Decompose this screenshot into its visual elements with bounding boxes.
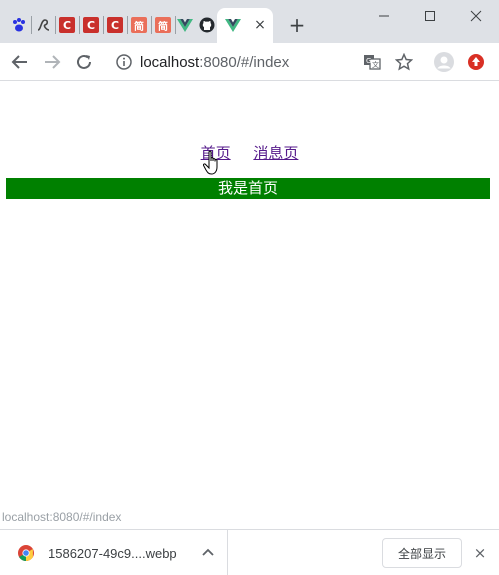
- minimize-icon: [379, 15, 389, 17]
- update-icon: [468, 54, 484, 70]
- tab-strip: C C C 简 简 × +: [0, 0, 499, 43]
- hand-pointer-icon: [203, 150, 218, 175]
- tab-active[interactable]: ×: [217, 8, 273, 43]
- tab-baidu[interactable]: [8, 10, 30, 40]
- tab-vue-1[interactable]: [174, 10, 196, 40]
- address-bar[interactable]: localhost:8080/#/index: [108, 47, 388, 77]
- script-icon: [37, 19, 50, 31]
- jianshu-icon: 简: [155, 17, 171, 33]
- reload-button[interactable]: [72, 50, 96, 74]
- csdn-c-icon: C: [59, 17, 75, 33]
- svg-text:G: G: [366, 57, 371, 65]
- tab-jianshu-2[interactable]: 简: [152, 10, 174, 40]
- vue-icon: [177, 19, 193, 32]
- url-text: localhost:8080/#/index: [140, 54, 289, 71]
- arrow-left-icon: [11, 55, 27, 69]
- chrome-icon: [18, 545, 34, 561]
- tab-script[interactable]: [32, 10, 54, 40]
- tab-jianshu-1[interactable]: 简: [128, 10, 150, 40]
- arrow-right-icon: [45, 55, 61, 69]
- star-icon: [395, 53, 413, 71]
- csdn-c-icon: C: [107, 17, 123, 33]
- maximize-icon: [425, 11, 435, 21]
- nav-link-messages[interactable]: 消息页: [253, 144, 298, 162]
- forward-button[interactable]: [40, 50, 64, 74]
- page-viewport: 首页 消息页 我是首页 localhost:8080/#/index: [0, 82, 499, 529]
- info-icon[interactable]: [116, 54, 132, 70]
- url-host: localhost: [140, 53, 200, 71]
- tab-github[interactable]: [196, 10, 218, 40]
- translate-icon: G 文: [364, 55, 381, 70]
- tab-close-button[interactable]: ×: [251, 16, 269, 34]
- back-button[interactable]: [8, 50, 32, 74]
- url-path: :8080/#/index: [199, 53, 290, 71]
- tab-csdn-1[interactable]: C: [56, 10, 78, 40]
- close-icon: [470, 10, 482, 22]
- vue-icon: [225, 19, 241, 32]
- github-icon: [199, 17, 215, 33]
- close-window-button[interactable]: [453, 0, 499, 32]
- tab-csdn-2[interactable]: C: [80, 10, 102, 40]
- profile-button[interactable]: [432, 50, 456, 74]
- svg-text:文: 文: [372, 60, 379, 69]
- maximize-button[interactable]: [407, 0, 453, 32]
- browser-toolbar: localhost:8080/#/index G 文: [0, 43, 499, 81]
- close-shelf-button[interactable]: ×: [470, 543, 490, 563]
- minimize-button[interactable]: [361, 0, 407, 32]
- router-nav: 首页 消息页: [0, 142, 499, 163]
- baidu-paw-icon: [13, 18, 25, 32]
- status-bubble: localhost:8080/#/index: [0, 510, 124, 524]
- download-item[interactable]: 1586207-49c9....webp: [14, 530, 228, 575]
- translate-button[interactable]: G 文: [360, 50, 384, 74]
- tab-csdn-3[interactable]: C: [104, 10, 126, 40]
- reload-icon: [77, 54, 91, 69]
- chevron-up-icon[interactable]: [200, 545, 216, 561]
- avatar-icon: [434, 52, 454, 72]
- show-all-downloads-button[interactable]: 全部显示: [382, 538, 462, 568]
- bookmark-button[interactable]: [392, 50, 416, 74]
- new-tab-button[interactable]: +: [286, 13, 308, 37]
- extension-button[interactable]: [464, 50, 488, 74]
- download-shelf: 1586207-49c9....webp 全部显示 ×: [0, 529, 499, 575]
- browser-window: C C C 简 简 × + localhost:8080/#/index G 文…: [0, 0, 499, 575]
- csdn-c-icon: C: [83, 17, 99, 33]
- jianshu-icon: 简: [131, 17, 147, 33]
- download-file-name: 1586207-49c9....webp: [48, 545, 177, 561]
- home-banner: 我是首页: [6, 178, 490, 199]
